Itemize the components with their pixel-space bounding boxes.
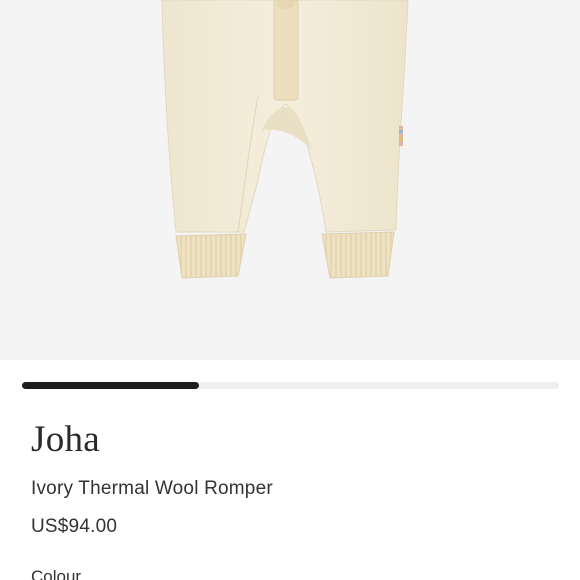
gallery-progress-indicator: [22, 382, 200, 389]
left-cuff: [175, 233, 247, 279]
romper-product-image: [161, 0, 409, 279]
gallery-progress-track: [22, 382, 559, 389]
product-title: Ivory Thermal Wool Romper: [31, 478, 273, 499]
product-price: US$94.00: [31, 516, 118, 537]
brand-name[interactable]: Joha: [31, 418, 100, 461]
button-placket: [273, 0, 299, 101]
product-image-gallery[interactable]: [0, 0, 580, 360]
right-cuff: [321, 231, 395, 279]
colour-option-label: Colour: [31, 567, 82, 580]
product-page: Joha Ivory Thermal Wool Romper US$94.00 …: [0, 0, 580, 580]
